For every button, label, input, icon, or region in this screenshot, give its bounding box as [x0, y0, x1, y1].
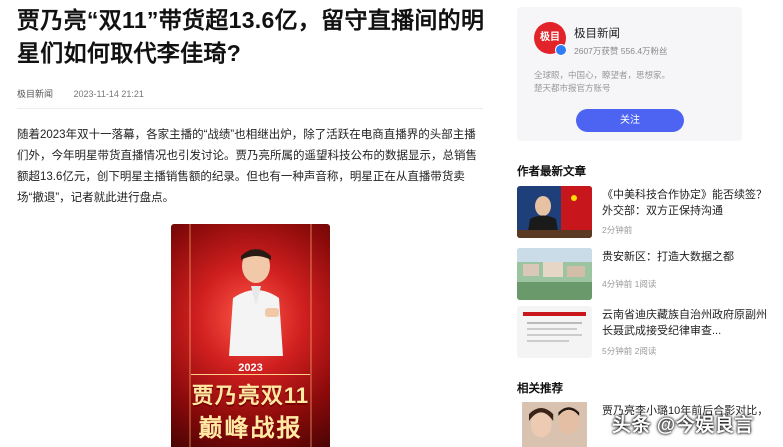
article-title-link[interactable]: 云南省迪庆藏族自治州政府原副州长聂武成接受纪律审查...: [602, 307, 772, 339]
article-thumbnail[interactable]: [517, 402, 592, 447]
poster-rule: [191, 374, 310, 375]
author-desc-line: 楚天都市报官方账号: [534, 83, 611, 93]
poster-person-figure: [229, 249, 283, 356]
article-time: 4分钟前 1阅读: [602, 279, 657, 289]
author-name[interactable]: 极目新闻: [574, 25, 620, 41]
article-body: 随着2023年双十一落幕，各家主播的“战绩”也相继出炉，除了活跃在电商直播界的头…: [17, 129, 477, 204]
article-time: 5分钟前 2阅读: [602, 346, 657, 356]
author-card: 极目 极目新闻 2607万获赞 556.4万粉丝 全球眼，中国心，瞭望者，思想家…: [517, 7, 742, 141]
article-title-link[interactable]: 《中美科技合作协定》能否续签？外交部：双方正保持沟通: [602, 187, 772, 219]
article-thumbnail[interactable]: [517, 248, 592, 300]
divider: [17, 108, 483, 109]
latest-articles-heading: 作者最新文章: [517, 166, 586, 178]
follow-button[interactable]: 关注: [576, 109, 684, 132]
article-thumbnail[interactable]: [517, 186, 592, 238]
article-meta: 极目新闻 2023-11-14 21:21: [17, 87, 144, 100]
verified-icon: [555, 44, 567, 56]
author-description: 全球眼，中国心，瞭望者，思想家。 楚天都市报官方账号: [534, 69, 734, 95]
latest-article-item[interactable]: 《中美科技合作协定》能否续签？外交部：双方正保持沟通 2分钟前: [517, 186, 777, 238]
article-title-link[interactable]: 贵安新区：打造大数据之都: [602, 249, 772, 265]
article-image-poster[interactable]: 2023 贾乃亮双11 巅峰战报: [171, 224, 330, 447]
article-main: 贾乃亮“双11”带货超13.6亿，留守直播间的明星们如何取代李佳琦? 极目新闻 …: [0, 0, 500, 447]
article-title: 贾乃亮“双11”带货超13.6亿，留守直播间的明星们如何取代李佳琦?: [17, 7, 485, 66]
related-heading: 相关推荐: [517, 383, 563, 395]
poster-year: 2023: [238, 362, 263, 374]
poster-subheadline: 巅峰战报: [198, 415, 303, 442]
author-desc-line: 全球眼，中国心，瞭望者，思想家。: [534, 70, 671, 80]
article-time: 2分钟前: [602, 225, 633, 235]
article-thumbnail[interactable]: [517, 306, 592, 358]
latest-article-item[interactable]: 云南省迪庆藏族自治州政府原副州长聂武成接受纪律审查... 5分钟前 2阅读: [517, 306, 777, 358]
latest-article-item[interactable]: 贵安新区：打造大数据之都 4分钟前 1阅读: [517, 248, 777, 300]
poster-headline: 贾乃亮双11: [191, 383, 310, 408]
article-source[interactable]: 极目新闻: [17, 89, 53, 99]
watermark-text: 头条 @今娱良言: [612, 415, 754, 436]
author-stats: 2607万获赞 556.4万粉丝: [574, 46, 668, 56]
article-date: 2023-11-14 21:21: [73, 89, 144, 99]
